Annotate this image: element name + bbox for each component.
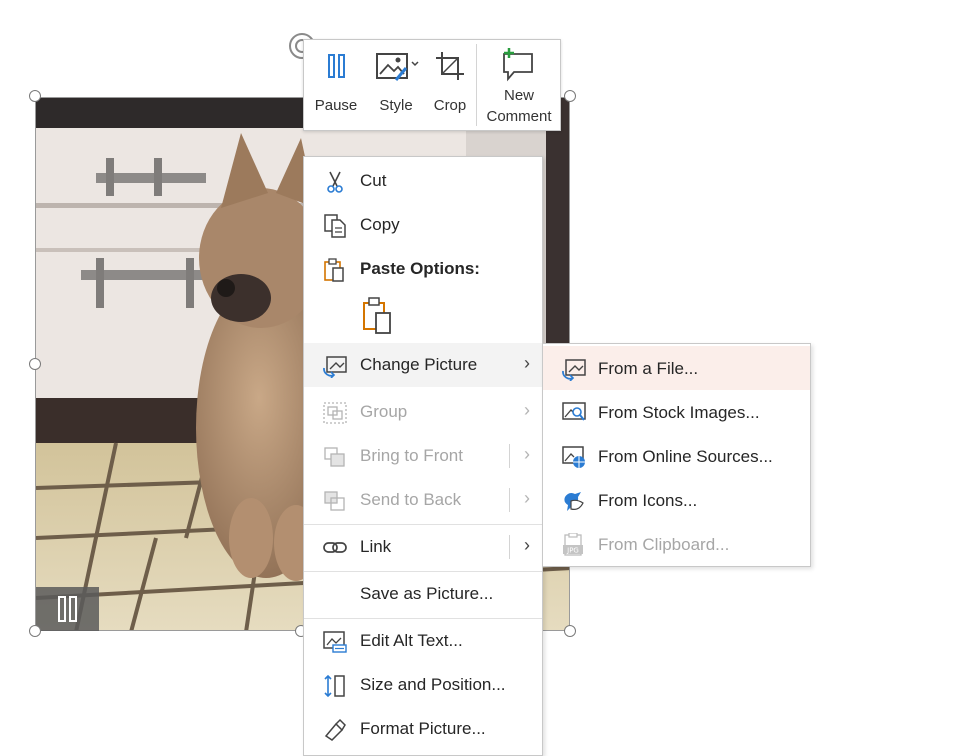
menu-item-label: Edit Alt Text... <box>360 631 463 650</box>
change-picture-submenu: From a File... From Stock Images... From… <box>542 343 811 567</box>
menu-item-cut[interactable]: Cut <box>304 159 542 203</box>
menu-item-label: Cut <box>360 171 387 190</box>
chevron-right-icon: › <box>524 535 530 555</box>
pause-button[interactable]: Pause <box>306 40 366 130</box>
new-comment-icon <box>503 48 533 82</box>
menu-item-label: Link <box>360 537 392 556</box>
size-position-icon <box>324 674 345 698</box>
chevron-right-icon: › <box>524 444 530 464</box>
menu-item-label: Bring to Front <box>360 446 463 465</box>
menu-item-label: Save as Picture... <box>360 584 494 603</box>
scissors-icon <box>327 171 343 193</box>
jpg-clipboard-icon: JPG <box>563 533 583 556</box>
new-comment-label-line1: New <box>503 87 534 104</box>
online-picture-icon <box>562 446 585 468</box>
chevron-right-icon: › <box>524 353 530 373</box>
paste-picture-icon <box>363 297 391 334</box>
menu-item-change-picture[interactable]: Change Picture › <box>304 343 542 387</box>
menu-item-copy[interactable]: Copy <box>304 203 542 247</box>
menu-item-label: Send to Back <box>360 490 462 509</box>
menu-item-send-to-back[interactable]: Send to Back › <box>304 478 542 522</box>
paste-keep-source-button[interactable] <box>360 295 394 335</box>
picture-file-icon <box>562 359 586 381</box>
menu-item-label: Format Picture... <box>360 719 486 738</box>
format-picture-icon <box>324 718 346 741</box>
menu-item-label: Group <box>360 402 408 421</box>
menu-item-edit-alt-text[interactable]: Edit Alt Text... <box>304 619 542 663</box>
alt-text-icon <box>323 631 347 653</box>
crop-icon <box>436 52 464 80</box>
menu-item-label: Size and Position... <box>360 675 506 694</box>
submenu-item-label: From Online Sources... <box>598 447 773 466</box>
menu-heading-paste-options: Paste Options: <box>304 247 542 291</box>
menu-item-bring-to-front[interactable]: Bring to Front › <box>304 434 542 478</box>
pause-icon <box>58 596 77 622</box>
submenu-item-label: From Stock Images... <box>598 403 760 422</box>
toolbar-separator <box>476 44 477 126</box>
submenu-item-from-online-sources[interactable]: From Online Sources... <box>543 434 810 478</box>
submenu-item-from-icons[interactable]: From Icons... <box>543 478 810 522</box>
resize-handle-bottom-left[interactable] <box>29 625 41 637</box>
submenu-item-label: From a File... <box>598 359 699 378</box>
style-label: Style <box>379 97 413 114</box>
resize-handle-bottom-right[interactable] <box>564 625 576 637</box>
picture-style-icon <box>376 53 419 81</box>
send-to-back-icon <box>324 491 345 511</box>
submenu-item-from-file[interactable]: From a File... <box>543 346 810 390</box>
chevron-right-icon: › <box>524 488 530 508</box>
resize-handle-top-left[interactable] <box>29 90 41 102</box>
split-separator <box>509 444 510 468</box>
resize-handle-middle-left[interactable] <box>29 358 41 370</box>
menu-item-group[interactable]: Group › <box>304 390 542 434</box>
stock-images-icon <box>562 402 586 421</box>
svg-text:JPG: JPG <box>566 547 579 555</box>
chevron-right-icon: › <box>524 400 530 420</box>
pause-label: Pause <box>314 97 358 114</box>
clipboard-icon <box>324 258 344 282</box>
bird-icon <box>564 492 584 511</box>
crop-label: Crop <box>433 97 467 114</box>
group-icon <box>323 402 347 424</box>
menu-item-link[interactable]: Link › <box>304 525 542 569</box>
menu-item-label: Change Picture <box>360 355 478 374</box>
link-icon <box>323 542 347 553</box>
menu-heading-label: Paste Options: <box>360 259 480 278</box>
menu-item-label: Copy <box>360 215 400 234</box>
submenu-item-from-clipboard[interactable]: JPG From Clipboard... <box>543 522 810 566</box>
new-comment-button[interactable]: New Comment <box>478 40 560 130</box>
context-menu: Cut Copy Paste Options: Change Picture ›… <box>303 156 543 756</box>
style-button[interactable]: Style <box>368 40 424 130</box>
mini-toolbar: Pause Style Crop New Comment <box>303 39 561 131</box>
copy-icon <box>324 214 346 238</box>
new-comment-label-line2: Comment <box>486 108 552 125</box>
change-picture-icon <box>323 356 347 378</box>
submenu-item-from-stock-images[interactable]: From Stock Images... <box>543 390 810 434</box>
split-separator <box>509 488 510 512</box>
resize-handle-top-right[interactable] <box>564 90 576 102</box>
menu-item-save-as-picture[interactable]: Save as Picture... <box>304 572 542 616</box>
split-separator <box>509 535 510 559</box>
menu-item-format-picture[interactable]: Format Picture... <box>304 707 542 751</box>
submenu-item-label: From Clipboard... <box>598 535 730 554</box>
pause-icon <box>328 54 345 78</box>
submenu-item-label: From Icons... <box>598 491 698 510</box>
menu-item-size-and-position[interactable]: Size and Position... <box>304 663 542 707</box>
crop-button[interactable]: Crop <box>424 40 476 130</box>
gif-pause-overlay-button[interactable] <box>36 587 99 631</box>
bring-to-front-icon <box>324 447 345 467</box>
